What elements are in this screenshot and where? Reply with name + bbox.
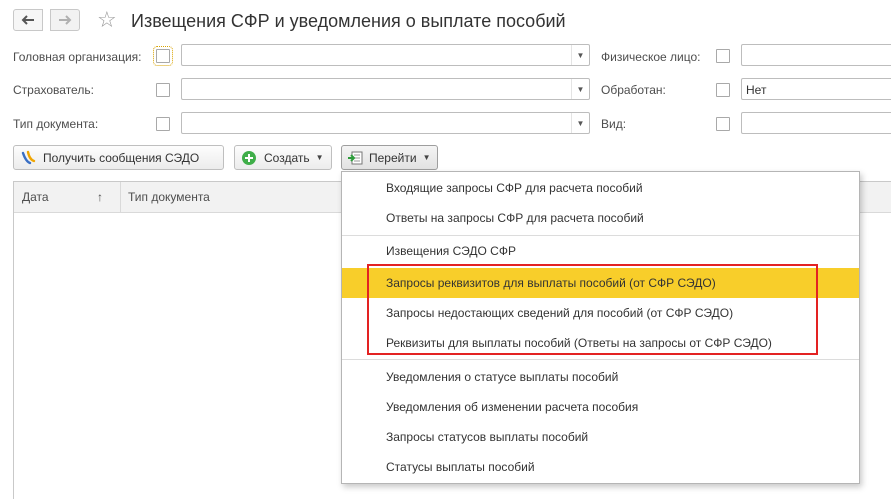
sort-ascending-icon: ↑ xyxy=(97,190,103,204)
kind-field[interactable] xyxy=(741,112,891,134)
menu-item-request-answers[interactable]: Ответы на запросы СФР для расчета пособи… xyxy=(342,203,859,233)
kind-checkbox[interactable] xyxy=(716,117,730,131)
arrow-right-icon xyxy=(59,15,72,25)
menu-item-payment-statuses[interactable]: Статусы выплаты пособий xyxy=(342,452,859,482)
star-icon[interactable]: ☆ xyxy=(97,8,117,32)
goto-label: Перейти xyxy=(369,150,417,165)
head-org-label: Головная организация: xyxy=(13,50,142,64)
doc-type-checkbox[interactable] xyxy=(156,117,170,131)
doc-type-field[interactable]: ▼ xyxy=(181,112,590,134)
head-org-field[interactable]: ▼ xyxy=(181,44,590,66)
processed-value: Нет xyxy=(746,83,767,97)
processed-field[interactable]: Нет xyxy=(741,78,891,100)
get-messages-label: Получить сообщения СЭДО xyxy=(43,150,200,165)
get-messages-button[interactable]: Получить сообщения СЭДО xyxy=(13,145,224,170)
insurer-checkbox[interactable] xyxy=(156,83,170,97)
person-label: Физическое лицо: xyxy=(601,50,701,64)
arrow-left-icon xyxy=(21,15,34,25)
chevron-down-icon: ▼ xyxy=(315,153,324,162)
kind-label: Вид: xyxy=(601,117,627,131)
person-checkbox[interactable] xyxy=(716,49,730,63)
insurer-field[interactable]: ▼ xyxy=(181,78,590,100)
forward-button[interactable] xyxy=(50,9,80,31)
menu-separator xyxy=(342,359,859,360)
person-field[interactable] xyxy=(741,44,891,66)
chevron-down-icon[interactable]: ▼ xyxy=(571,45,589,65)
plus-circle-icon xyxy=(241,150,257,166)
menu-item-incoming-requests[interactable]: Входящие запросы СФР для расчета пособий xyxy=(342,173,859,203)
goto-icon xyxy=(347,150,363,166)
create-button[interactable]: Создать ▼ xyxy=(234,145,332,170)
column-header-date[interactable]: Дата xyxy=(22,190,49,204)
back-button[interactable] xyxy=(13,9,43,31)
sedo-icon xyxy=(20,150,36,166)
chevron-down-icon: ▼ xyxy=(422,153,431,162)
create-label: Создать xyxy=(264,150,310,165)
menu-item-status-notifications[interactable]: Уведомления о статусе выплаты пособий xyxy=(342,362,859,392)
column-header-doc-type[interactable]: Тип документа xyxy=(128,190,210,204)
chevron-down-icon[interactable]: ▼ xyxy=(571,113,589,133)
processed-label: Обработан: xyxy=(601,83,666,97)
column-separator xyxy=(120,182,121,213)
menu-item-calculation-change-notices[interactable]: Уведомления об изменении расчета пособия xyxy=(342,392,859,422)
menu-item-status-requests[interactable]: Запросы статусов выплаты пособий xyxy=(342,422,859,452)
doc-type-label: Тип документа: xyxy=(13,117,99,131)
page-title: Извещения СФР и уведомления о выплате по… xyxy=(131,11,566,31)
head-org-checkbox[interactable] xyxy=(153,46,173,66)
highlight-annotation-box xyxy=(367,264,818,355)
processed-checkbox[interactable] xyxy=(716,83,730,97)
goto-button[interactable]: Перейти ▼ xyxy=(341,145,438,170)
insurer-label: Страхователь: xyxy=(13,83,94,97)
menu-item-sedo-notices[interactable]: Извещения СЭДО СФР xyxy=(342,236,859,266)
chevron-down-icon[interactable]: ▼ xyxy=(571,79,589,99)
